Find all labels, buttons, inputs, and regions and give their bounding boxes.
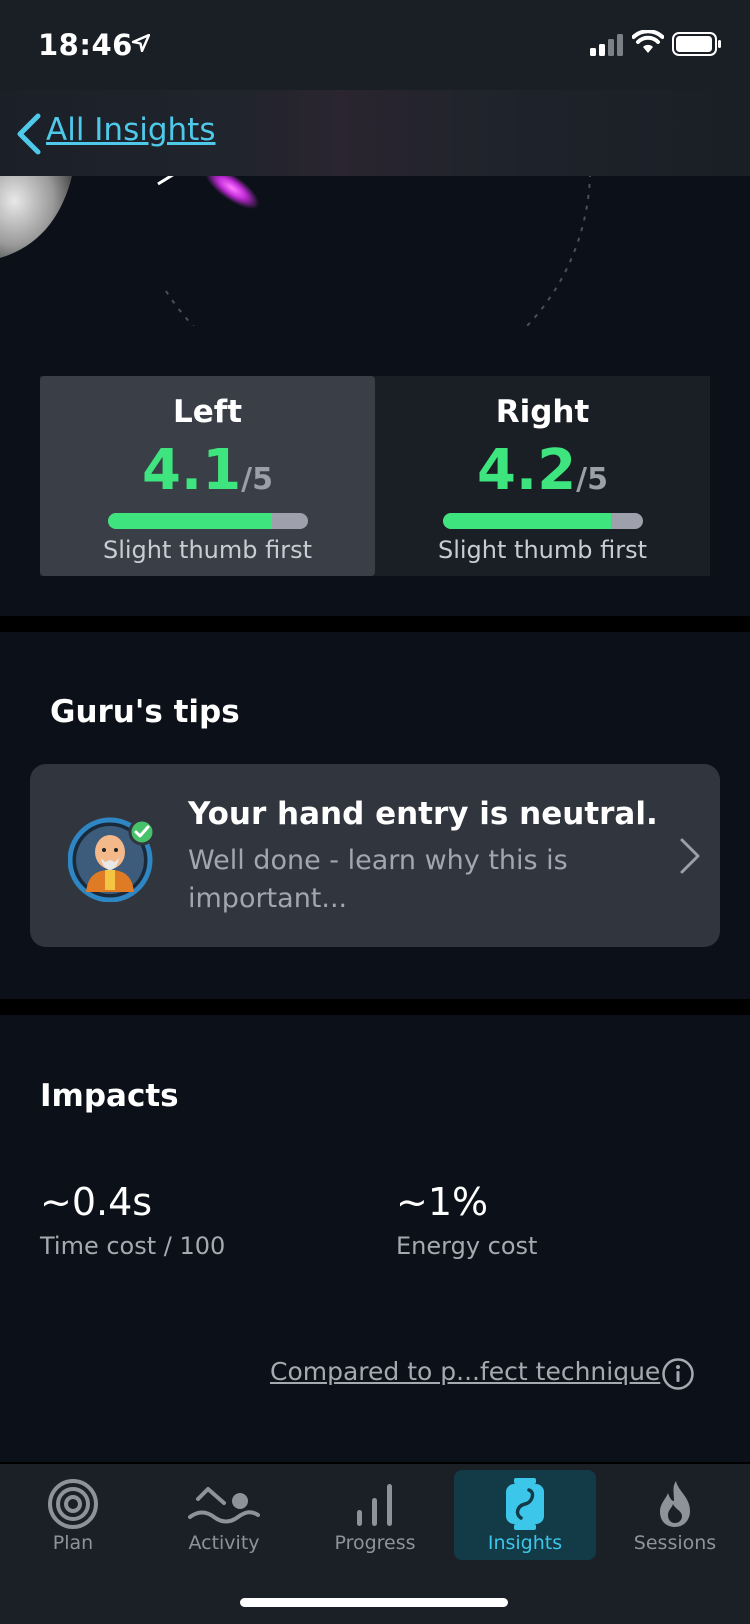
- score-note: Slight thumb first: [437, 536, 648, 564]
- impact-label: Energy cost: [396, 1232, 538, 1260]
- guru-avatar: [68, 817, 156, 902]
- section-divider: [0, 999, 750, 1015]
- impact-value: ~0.4s: [40, 1180, 153, 1224]
- side-label: Left: [172, 394, 243, 430]
- tips-section-title: Guru's tips: [50, 694, 240, 730]
- score-line: 4.2/5: [375, 438, 710, 503]
- tab-label: Insights: [487, 1532, 563, 1554]
- wifi-icon: [632, 30, 664, 53]
- score-bar-fill: [443, 513, 611, 529]
- impact-value: ~1%: [396, 1180, 489, 1224]
- watch-icon: [506, 1478, 544, 1530]
- score-note: Slight thumb first: [102, 536, 313, 564]
- hand-entry-visual: [0, 176, 750, 326]
- score-bar: [108, 513, 308, 529]
- score-value: 4.2: [476, 438, 577, 503]
- left-score-card[interactable]: Left 4.1/5 Slight thumb first: [40, 376, 375, 576]
- section-divider: [0, 616, 750, 632]
- score-max: /5: [241, 462, 274, 497]
- target-icon: [48, 1479, 98, 1529]
- impacts-section-title: Impacts: [40, 1078, 179, 1114]
- nav-bar: All Insights: [0, 90, 750, 176]
- info-icon[interactable]: [661, 1357, 695, 1391]
- right-score-card[interactable]: Right 4.2/5 Slight thumb first: [375, 376, 710, 576]
- guru-tip-card[interactable]: Your hand entry is neutral. Well done - …: [30, 764, 720, 947]
- side-label: Right: [495, 394, 590, 430]
- status-time: 18:46: [38, 28, 133, 62]
- entry-angle-graphic: [0, 176, 591, 326]
- score-value: 4.1: [141, 438, 242, 503]
- chevron-right-icon: [680, 838, 700, 874]
- tab-insights[interactable]: Insights: [454, 1470, 596, 1560]
- tab-sessions[interactable]: Sessions: [604, 1470, 746, 1560]
- tip-heading: Your hand entry is neutral.: [188, 796, 658, 832]
- impact-energy-cost: ~1% Energy cost: [396, 1180, 537, 1260]
- swimmer-icon: [188, 1487, 260, 1524]
- score-max: /5: [576, 462, 609, 497]
- flame-icon: [660, 1481, 690, 1527]
- tab-label: Activity: [188, 1532, 260, 1554]
- tab-label: Sessions: [633, 1532, 717, 1554]
- back-link[interactable]: All Insights: [46, 112, 215, 148]
- location-arrow-icon: [132, 34, 150, 52]
- back-chevron-icon[interactable]: [14, 112, 42, 156]
- score-line: 4.1/5: [40, 438, 375, 503]
- impact-label: Time cost / 100: [40, 1232, 226, 1260]
- impact-time-cost: ~0.4s Time cost / 100: [40, 1180, 225, 1260]
- tip-body: Well done - learn why this is important.…: [188, 845, 568, 914]
- bar-chart-icon: [357, 1484, 392, 1526]
- hand-entry-scores: Left 4.1/5 Slight thumb first Right 4.2/…: [40, 376, 710, 576]
- tab-label: Plan: [52, 1532, 94, 1554]
- tab-activity[interactable]: Activity: [153, 1470, 295, 1560]
- tab-label: Progress: [334, 1532, 416, 1554]
- tab-plan[interactable]: Plan: [2, 1470, 144, 1560]
- score-bar: [443, 513, 643, 529]
- home-indicator: [240, 1598, 508, 1607]
- score-bar-fill: [108, 513, 272, 529]
- compared-to-perfect-link[interactable]: Compared to p...fect technique: [270, 1357, 660, 1386]
- cellular-signal-icon: [590, 34, 623, 56]
- battery-icon: [672, 32, 721, 56]
- tab-progress[interactable]: Progress: [304, 1470, 446, 1560]
- status-bar: 18:46: [0, 0, 750, 90]
